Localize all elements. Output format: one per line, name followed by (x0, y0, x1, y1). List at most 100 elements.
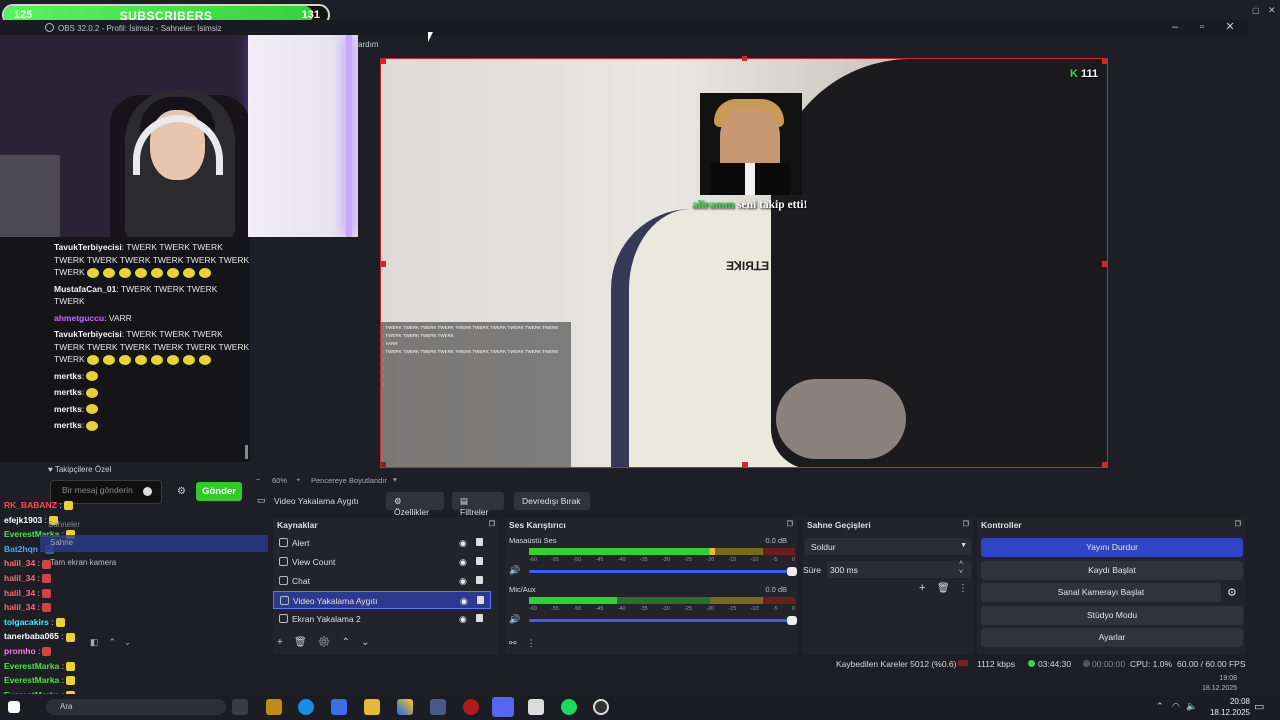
outer-maximize-icon[interactable]: ▢ (1252, 6, 1260, 15)
settings-button[interactable]: Ayarlar (981, 628, 1243, 647)
source-item[interactable]: Chat ◉ (273, 572, 491, 590)
resize-dropdown-icon[interactable]: ▾ (393, 475, 397, 484)
source-item[interactable]: Video Yakalama Aygıtı ◉ (273, 591, 491, 609)
visibility-eye-icon[interactable]: ◉ (459, 576, 467, 587)
outer-close-icon[interactable]: ✕ (1268, 5, 1276, 16)
stream-chat-username[interactable]: tanerbaba065 (4, 631, 59, 641)
chat-username[interactable]: mertks (54, 404, 82, 414)
virtual-camera-settings-gear-icon[interactable]: ⚙ (1227, 586, 1237, 599)
volume-slider-knob[interactable] (787, 616, 797, 625)
chat-username[interactable]: TavukTerbiyecisi (54, 329, 122, 339)
stream-chat-username[interactable]: efejk1903 (4, 515, 42, 525)
stop-stream-button[interactable]: Yayını Durdur (981, 538, 1243, 557)
add-source-icon[interactable]: + (277, 637, 283, 648)
lock-icon[interactable] (476, 576, 483, 584)
tray-chevron-icon[interactable]: ⌃ (1156, 701, 1164, 712)
transform-handle[interactable] (742, 56, 747, 61)
source-item[interactable]: Ekran Yakalama 2 ◉ (273, 610, 491, 628)
start-virtual-camera-button[interactable]: Sanal Kamerayı Başlat (981, 583, 1221, 602)
filters-button[interactable]: ▤ Filtreler (452, 492, 504, 517)
visibility-eye-icon[interactable]: ◉ (459, 614, 467, 625)
mixer-menu-icon[interactable]: ⋮ (527, 638, 536, 648)
app-icon[interactable] (266, 699, 282, 715)
task-view-icon[interactable] (232, 699, 248, 715)
resize-to-window[interactable]: Pencereye Boyutlandır (311, 476, 387, 485)
stream-chat-username[interactable]: promho (4, 646, 36, 656)
scene-down-icon[interactable]: ⌄ (124, 637, 132, 647)
menu-help[interactable]: ardım (358, 40, 378, 49)
source-down-icon[interactable]: ⌄ (361, 637, 369, 648)
emoji-icon[interactable] (143, 487, 152, 496)
source-up-icon[interactable]: ⌃ (342, 637, 350, 648)
stream-chat-username[interactable]: Bat2hqn (4, 544, 38, 554)
spotify-icon[interactable] (561, 699, 577, 715)
file-explorer-icon[interactable] (364, 699, 380, 715)
app-icon-3[interactable] (528, 699, 544, 715)
visibility-eye-icon[interactable]: ◉ (459, 538, 467, 549)
undock-icon[interactable]: ❐ (963, 520, 969, 528)
store-icon[interactable] (331, 699, 347, 715)
lock-icon[interactable] (477, 596, 484, 604)
chat-username[interactable]: mertks (54, 420, 82, 430)
chat-username[interactable]: MustafaCan_01 (54, 284, 116, 294)
notification-icon[interactable]: ▭ (1254, 700, 1264, 713)
stream-chat-username[interactable]: halil_34 (4, 558, 35, 568)
remove-source-icon[interactable]: 🗑 (294, 637, 307, 648)
stream-chat-username[interactable]: EverestMarka (4, 675, 59, 685)
start-recording-button[interactable]: Kaydı Başlat (981, 561, 1243, 580)
remove-transition-icon[interactable]: 🗑 (937, 583, 950, 594)
volume-slider[interactable] (529, 567, 797, 576)
minimize-button[interactable]: – (1165, 18, 1185, 36)
discord-icon[interactable] (492, 697, 514, 717)
taskbar-clock[interactable]: 20:08 18.12.2025 (1210, 696, 1250, 718)
speaker-icon[interactable]: 🔊 (509, 614, 520, 625)
source-item[interactable]: Alert ◉ (273, 534, 491, 552)
volume-icon[interactable]: 🔈 (1186, 701, 1197, 712)
source-item[interactable]: View Count ◉ (273, 553, 491, 571)
visibility-eye-icon[interactable]: ◉ (460, 596, 468, 607)
edge-icon[interactable] (298, 699, 314, 715)
volume-slider[interactable] (529, 616, 797, 625)
stream-chat-username[interactable]: halil_34 (4, 588, 35, 598)
speaker-icon[interactable]: 🔊 (509, 565, 520, 576)
close-button[interactable]: ✕ (1220, 18, 1240, 36)
lock-icon[interactable] (476, 557, 483, 565)
zoom-in-icon[interactable]: + (296, 475, 300, 484)
chat-username[interactable]: ahmetguccu (54, 313, 104, 323)
wifi-icon[interactable]: ◠ (1172, 701, 1180, 712)
stream-chat-username[interactable]: tolgacakirs (4, 617, 49, 627)
obs-icon[interactable] (593, 699, 609, 715)
stream-chat-username[interactable]: halil_34 (4, 573, 35, 583)
scene-item-selected[interactable]: Sahne (40, 535, 268, 552)
undock-icon[interactable]: ❐ (787, 520, 793, 528)
lock-icon[interactable] (476, 538, 483, 546)
studio-mode-button[interactable]: Stüdyo Modu (981, 606, 1243, 625)
stream-chat-username[interactable]: RK_BABANZ (4, 500, 57, 510)
transition-menu-icon[interactable]: ⋮ (958, 583, 968, 594)
deactivate-button[interactable]: Devredışı Bırak (514, 492, 590, 510)
copilot-icon[interactable] (397, 699, 413, 715)
chat-username[interactable]: mertks (54, 371, 82, 381)
properties-button[interactable]: ⚙ Özellikler (386, 492, 444, 517)
start-windows-icon[interactable] (8, 701, 20, 713)
app-icon-2[interactable] (430, 699, 446, 715)
scene-up-icon[interactable]: ⌃ (109, 637, 117, 647)
transition-select[interactable]: Soldur ▼ (805, 538, 971, 555)
add-transition-icon[interactable]: + (919, 582, 925, 594)
chat-scrollbar[interactable] (245, 445, 248, 459)
stream-chat-username[interactable]: halil_34 (4, 602, 35, 612)
source-settings-icon[interactable]: ⚙ (318, 637, 331, 648)
undock-icon[interactable]: ❐ (489, 520, 495, 528)
lock-icon[interactable] (476, 614, 483, 622)
visibility-eye-icon[interactable]: ◉ (459, 557, 467, 568)
duration-input[interactable]: 300 ms (827, 561, 971, 578)
stream-chat-username[interactable]: EverestMarka (4, 661, 59, 671)
chat-settings-gear-icon[interactable]: ⚙ (177, 486, 186, 497)
volume-slider-knob[interactable] (787, 567, 797, 576)
undock-icon[interactable]: ❐ (1235, 520, 1241, 528)
scene-filter-icon[interactable]: ◧ (90, 637, 99, 647)
duration-stepper[interactable]: ˄ ˅ (959, 559, 963, 577)
taskbar-search[interactable]: Ara (46, 699, 226, 715)
opera-icon[interactable] (463, 699, 479, 715)
maximize-button[interactable]: ▫ (1192, 18, 1212, 36)
